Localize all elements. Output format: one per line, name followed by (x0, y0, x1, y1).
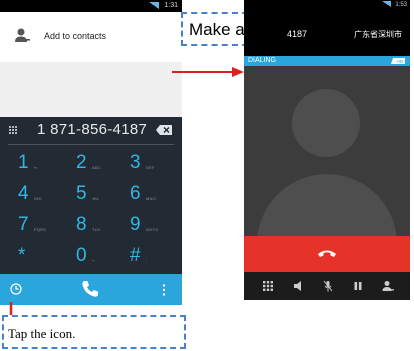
call-controls (244, 272, 410, 300)
tap-icon-callout: Tap the icon. (2, 315, 186, 349)
key-letters: ∞ (34, 165, 38, 170)
end-call-icon (318, 250, 336, 257)
add-to-contacts-label: Add to contacts (44, 31, 107, 41)
key-8[interactable]: 8 TUV (64, 212, 114, 240)
add-to-contacts-row[interactable]: Add to contacts (0, 12, 182, 62)
status-time: 1:53 (395, 2, 407, 8)
caller-location: 广东省深圳市 (354, 30, 402, 39)
divider (8, 144, 174, 145)
key-letters: WXYZ (146, 227, 159, 232)
hold-icon[interactable] (352, 280, 364, 292)
dialed-number: 1 871-856-4187 (37, 121, 148, 138)
dialer-action-bar (0, 274, 182, 305)
svg-text:HD: HD (397, 59, 404, 64)
key-letters: ABC (92, 165, 101, 170)
key-digit: * (18, 245, 26, 266)
key-9[interactable]: 9 WXYZ (118, 212, 168, 240)
dialer-screen: 1:31 Add to contacts 1 871-856-4187 1 ∞ … (0, 0, 182, 305)
key-3[interactable]: 3 DEF (118, 150, 168, 178)
avatar-head (292, 89, 360, 157)
dialpad-icon[interactable] (262, 280, 274, 292)
key-digit: 2 (76, 152, 87, 173)
key-digit: 8 (76, 214, 87, 235)
mute-icon[interactable] (322, 280, 334, 292)
suggestions-area (0, 62, 182, 117)
key-letters: JKL (92, 196, 100, 201)
key-digit: 1 (18, 152, 29, 173)
tap-icon-text: Tap the icon. (8, 326, 76, 341)
signal-icon (149, 1, 160, 9)
key-letters: PQRS (34, 227, 47, 232)
signal-icon (381, 1, 391, 8)
dialpad-grid-icon[interactable] (9, 126, 17, 134)
key-digit: 5 (76, 183, 87, 204)
call-state-label: DIALING (248, 57, 277, 64)
key-letters: + (92, 258, 95, 263)
key-1[interactable]: 1 ∞ (6, 150, 56, 178)
backspace-icon[interactable] (156, 125, 172, 135)
key-letters: ; (146, 258, 148, 263)
key-digit: # (130, 245, 141, 266)
call-history-icon[interactable] (10, 283, 22, 295)
avatar-body (257, 174, 397, 236)
end-call-button[interactable] (244, 236, 410, 272)
speaker-icon[interactable] (292, 280, 304, 292)
key-digit: 4 (18, 183, 29, 204)
in-call-screen: 1:53 4187 广东省深圳市 DIALING HD (244, 0, 410, 300)
key-letters: GHI (34, 196, 42, 201)
key-digit: 3 (130, 152, 141, 173)
caller-number: 4187 (287, 29, 308, 39)
key-letters: MNO (146, 196, 156, 201)
key-hash[interactable]: # ; (118, 243, 168, 271)
phone-icon[interactable] (80, 279, 100, 299)
key-letters: TUV (92, 227, 101, 232)
key-7[interactable]: 7 PQRS (6, 212, 56, 240)
key-digit: 0 (76, 245, 87, 266)
caller-photo (244, 66, 410, 236)
key-letters: , (34, 258, 36, 263)
key-4[interactable]: 4 GHI (6, 181, 56, 209)
status-time: 1:31 (164, 2, 178, 9)
person-add-icon (15, 28, 30, 42)
key-digit: 6 (130, 183, 141, 204)
key-star[interactable]: * , (6, 243, 56, 271)
call-header: 4187 广东省深圳市 (244, 10, 410, 56)
key-2[interactable]: 2 ABC (64, 150, 114, 178)
key-6[interactable]: 6 MNO (118, 181, 168, 209)
status-bar: 1:31 (0, 0, 182, 12)
status-bar: 1:53 (244, 0, 410, 10)
number-display: 1 871-856-4187 (0, 117, 182, 143)
key-digit: 9 (130, 214, 141, 235)
hd-voice-icon: HD (391, 58, 405, 64)
arrow-right-icon (172, 67, 244, 77)
add-call-icon[interactable] (382, 280, 394, 292)
call-state-bar: DIALING HD (244, 56, 410, 66)
dialpad: 1 871-856-4187 1 ∞ 2 ABC 3 DEF 4 GHI 5 J… (0, 117, 182, 274)
key-0[interactable]: 0 + (64, 243, 114, 271)
more-vert-icon[interactable] (162, 284, 166, 296)
key-5[interactable]: 5 JKL (64, 181, 114, 209)
key-digit: 7 (18, 214, 29, 235)
key-letters: DEF (146, 165, 155, 170)
